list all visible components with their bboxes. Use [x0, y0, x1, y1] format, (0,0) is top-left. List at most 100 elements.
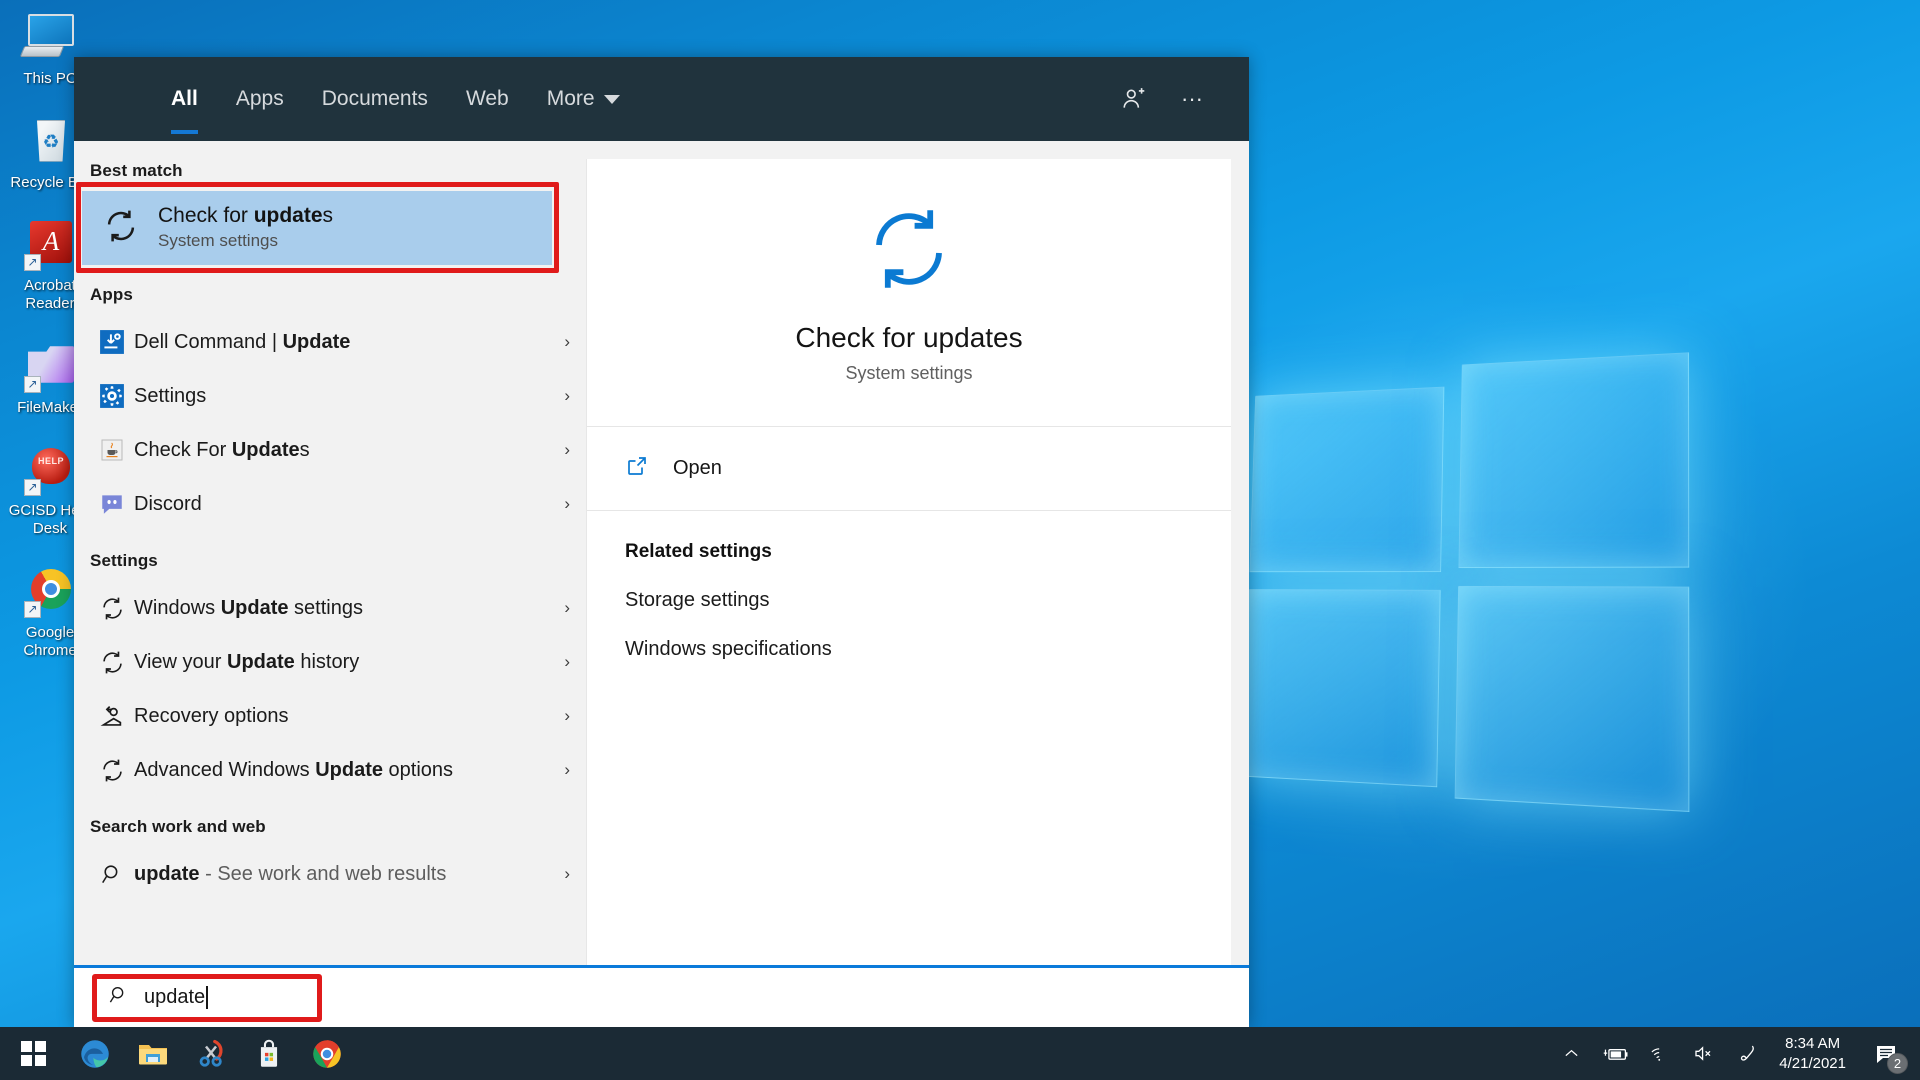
chevron-right-icon[interactable]: › — [564, 760, 570, 780]
sync-refresh-icon — [90, 757, 134, 784]
search-input-value: update — [144, 986, 206, 1008]
preview-open-action[interactable]: Open — [587, 427, 1231, 511]
desktop-icon-label: This PC — [23, 70, 77, 87]
preview-subtitle: System settings — [845, 363, 973, 383]
tab-label: All — [171, 87, 198, 110]
related-link-storage-settings[interactable]: Storage settings — [625, 589, 1231, 612]
snipping-tool-icon[interactable] — [182, 1027, 240, 1080]
shortcut-arrow-icon: ↗ — [24, 479, 41, 497]
web-result-label: update - See work and web results — [134, 862, 447, 885]
pen-icon[interactable] — [1725, 1027, 1769, 1080]
desktop-icon-label: Acrobat Reader — [24, 277, 76, 313]
app-result-check-for-updates[interactable]: Check For Updates › — [74, 423, 586, 477]
discord-icon — [90, 491, 134, 517]
sync-refresh-icon — [90, 595, 134, 622]
search-header-actions: ··· — [1121, 86, 1223, 112]
related-settings-title: Related settings — [625, 541, 772, 562]
search-header: All Apps Documents Web More ··· — [74, 57, 1249, 141]
windows-logo-icon — [20, 1041, 46, 1066]
search-body: Best match Check for updates System sett — [74, 141, 1249, 965]
web-result-update[interactable]: update - See work and web results › — [74, 847, 586, 901]
best-match-title: Check for updates — [158, 203, 334, 227]
group-title-apps: Apps — [90, 285, 133, 304]
search-results-list: Best match Check for updates System sett — [74, 141, 586, 965]
preview-pane: Check for updates System settings Open R… — [586, 159, 1231, 965]
search-input[interactable]: update — [92, 973, 322, 1022]
preview-open-label: Open — [673, 457, 722, 479]
tab-documents[interactable]: Documents — [303, 57, 447, 141]
group-title-settings: Settings — [90, 551, 158, 570]
chevron-right-icon[interactable]: › — [564, 440, 570, 460]
app-result-dell-command-update[interactable]: Dell Command | Update › — [74, 315, 586, 369]
tab-more[interactable]: More — [528, 57, 639, 141]
setting-result-view-update-history[interactable]: View your Update history › — [74, 635, 586, 689]
setting-result-label: Windows Update settings — [134, 596, 363, 619]
setting-result-label: Recovery options — [134, 704, 289, 727]
setting-result-label: Advanced Windows Update options — [134, 758, 454, 781]
preview-hero: Check for updates System settings — [587, 159, 1231, 427]
tab-web[interactable]: Web — [447, 57, 528, 141]
setting-result-recovery-options[interactable]: Recovery options › — [74, 689, 586, 743]
sync-refresh-icon — [90, 649, 134, 676]
sync-refresh-icon — [102, 207, 158, 250]
preview-related-settings: Related settings Storage settings Window… — [587, 511, 1231, 661]
group-title-best-match: Best match — [90, 161, 183, 180]
show-hidden-icons-chevron[interactable] — [1549, 1027, 1593, 1080]
preview-title: Check for updates — [795, 322, 1023, 353]
tab-label: Documents — [321, 87, 428, 110]
chevron-right-icon[interactable]: › — [564, 332, 570, 352]
text-cursor — [206, 986, 209, 1009]
setting-result-windows-update-settings[interactable]: Windows Update settings › — [74, 581, 586, 635]
file-explorer-icon[interactable] — [124, 1027, 182, 1080]
app-result-settings[interactable]: Settings › — [74, 369, 586, 423]
settings-gear-icon — [90, 383, 134, 409]
tab-all[interactable]: All — [152, 57, 217, 141]
chevron-right-icon[interactable]: › — [564, 706, 570, 726]
chevron-right-icon[interactable]: › — [564, 386, 570, 406]
shortcut-arrow-icon: ↗ — [24, 254, 41, 272]
shortcut-arrow-icon: ↗ — [24, 375, 41, 393]
search-tabs: All Apps Documents Web More — [152, 57, 639, 141]
chevron-right-icon[interactable]: › — [564, 598, 570, 618]
related-link-windows-specifications[interactable]: Windows specifications — [625, 638, 1231, 661]
group-title-search-work-and-web: Search work and web — [90, 817, 266, 836]
start-button[interactable] — [0, 1027, 66, 1080]
tab-label: Web — [465, 87, 509, 110]
search-icon — [108, 984, 130, 1011]
notification-center-button[interactable]: 2 — [1860, 1027, 1912, 1080]
sync-refresh-icon — [861, 201, 957, 302]
recycle-bin-icon — [22, 116, 78, 168]
tab-label: Apps — [235, 87, 284, 110]
wifi-icon[interactable] — [1637, 1027, 1681, 1080]
taskbar-clock[interactable]: 8:34 AM 4/21/2021 — [1769, 1034, 1860, 1074]
dell-command-update-icon — [90, 329, 134, 355]
best-match-container: Check for updates System settings — [76, 182, 559, 273]
acrobat-reader-icon: ↗ — [22, 219, 78, 272]
best-match-subtitle: System settings — [158, 231, 278, 251]
app-result-discord[interactable]: Discord › — [74, 477, 586, 531]
chevron-right-icon[interactable]: › — [564, 864, 570, 884]
chevron-right-icon[interactable]: › — [564, 652, 570, 672]
best-match-text: Check for updates System settings — [158, 204, 333, 253]
best-match-item[interactable]: Check for updates System settings — [82, 191, 552, 265]
chevron-right-icon[interactable]: › — [564, 494, 570, 514]
tab-apps[interactable]: Apps — [217, 57, 303, 141]
setting-result-advanced-windows-update-options[interactable]: Advanced Windows Update options › — [74, 743, 586, 797]
account-icon[interactable] — [1121, 86, 1147, 112]
chrome-icon[interactable] — [298, 1027, 356, 1080]
notification-badge: 2 — [1887, 1053, 1908, 1074]
battery-charging-icon[interactable] — [1593, 1027, 1637, 1080]
app-result-label: Settings — [134, 384, 207, 407]
chevron-down-icon — [603, 94, 620, 104]
search-icon — [90, 862, 134, 887]
more-options-icon[interactable]: ··· — [1181, 88, 1203, 110]
filemaker-icon: ↗ — [22, 341, 78, 393]
help-desk-icon: ↗ — [22, 444, 78, 497]
app-result-label: Check For Updates — [134, 438, 310, 461]
edge-icon[interactable] — [66, 1027, 124, 1080]
microsoft-store-icon[interactable] — [240, 1027, 298, 1080]
volume-muted-icon[interactable] — [1681, 1027, 1725, 1080]
taskbar: 8:34 AM 4/21/2021 2 — [0, 1027, 1920, 1080]
search-bar-container: update — [74, 965, 1249, 1027]
taskbar-items — [0, 1027, 356, 1080]
